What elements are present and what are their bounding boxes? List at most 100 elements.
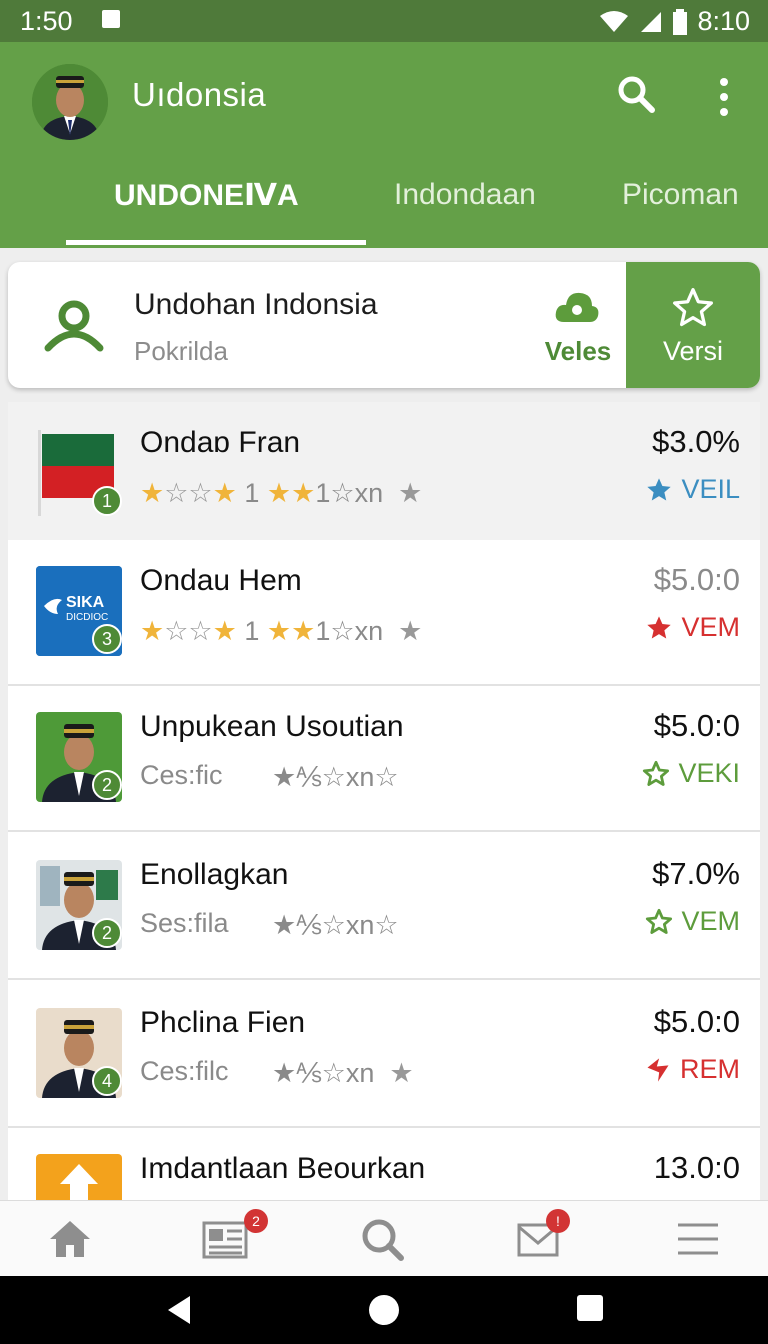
thumbnail: 4 (36, 1008, 122, 1098)
nav-mail[interactable]: ! (516, 1209, 570, 1261)
app-bar: Uıdonsia UNDONEⅣA Indondaan Picoman (0, 42, 768, 248)
more-vert-icon (720, 78, 728, 116)
tab-undonenia[interactable]: UNDONEⅣA (114, 178, 299, 213)
rating-extra: 1☆xn (315, 616, 384, 646)
veles-button[interactable]: Veles (530, 288, 626, 372)
tab-indondaan[interactable]: Indondaan (394, 178, 536, 212)
rating-stars: ★⅍☆xn ★ (272, 1058, 414, 1088)
news-icon (202, 1221, 248, 1259)
status-time: 1:50 (20, 6, 73, 36)
thumbnail (36, 1154, 122, 1200)
rating-stars: ★☆☆★ 1 ★★1☆xn ★ (140, 478, 423, 508)
item-title: Ondau Hem (140, 564, 302, 597)
search-button[interactable] (616, 74, 656, 114)
thumbnail: 2 (36, 860, 122, 950)
system-navigation-bar (0, 1276, 768, 1344)
rating-stars: ★☆☆★ 1 ★★1☆xn ★ (140, 616, 423, 646)
item-price: $5.0:0 (653, 1004, 740, 1039)
tab-indicator (66, 240, 366, 245)
rating-stars: ★⅍☆xn☆ (272, 762, 399, 792)
header-card-subtitle: Pokrilda (134, 336, 228, 366)
notification-icon (102, 10, 120, 28)
star-outline-icon (643, 760, 670, 786)
item-price: 13.0:0 (653, 1150, 740, 1185)
mail-badge: ! (546, 1209, 570, 1233)
item-list: 1 Ondaɒ Fran ★☆☆★ 1 ★★1☆xn ★ $3.0% VEIL … (8, 402, 760, 1200)
list-item[interactable]: 4 Phclina Fien Ces:filc ★⅍☆xn ★ $5.0:0 R… (8, 982, 760, 1128)
star-outline-icon (646, 908, 673, 934)
nav-news[interactable]: 2 (202, 1209, 268, 1261)
sika-logo-subtext: DICDIOC (66, 612, 109, 623)
item-title: Enollagkan (140, 858, 289, 891)
rank-badge: 3 (92, 624, 122, 654)
bottom-navigation: 2 ! (0, 1200, 768, 1276)
user-icon (44, 296, 104, 352)
flag-icon (647, 1057, 669, 1082)
item-status-label: REM (680, 1054, 740, 1084)
wifi-icon (600, 10, 629, 32)
back-icon[interactable] (166, 1294, 192, 1326)
item-title: Ondaɒ Fran (140, 426, 301, 459)
list-item[interactable]: 2 Enollagkan Ses:fila ★⅍☆xn☆ $7.0% VEM (8, 834, 760, 980)
header-card[interactable]: Undohan Indonsia Pokrilda Veles Versi (8, 262, 760, 388)
sika-logo-text: SIKA (66, 594, 105, 611)
search-icon (618, 76, 655, 113)
status-right-text: 8:10 (697, 6, 750, 36)
item-status-label: VEM (681, 612, 740, 642)
item-meta: Ses:fila (140, 908, 229, 938)
home-button-icon[interactable] (368, 1294, 400, 1326)
item-status: VEM (645, 906, 740, 937)
thumbnail: 1 (36, 428, 122, 518)
item-title: Phclina Fien (140, 1006, 306, 1039)
list-item[interactable]: Imdantlaan Beourkan 13.0:0 (8, 1128, 760, 1200)
header-card-title: Undohan Indonsia (134, 288, 378, 321)
item-price: $5.0:0 (653, 708, 740, 743)
item-title: Unpukean Usoutian (140, 710, 404, 743)
item-status: VEM (645, 612, 740, 643)
list-item[interactable]: 1 Ondaɒ Fran ★☆☆★ 1 ★★1☆xn ★ $3.0% VEIL (8, 402, 760, 548)
item-meta: Ces:filc (140, 1056, 229, 1086)
nav-search[interactable] (360, 1217, 404, 1261)
tab-bar: UNDONEⅣA Indondaan Picoman (0, 164, 768, 248)
list-item[interactable]: 2 Unpukean Usoutian Ces:fic ★⅍☆xn☆ $5.0:… (8, 686, 760, 832)
rank-badge: 2 (92, 918, 122, 948)
app-title: Uıdonsia (132, 76, 267, 113)
rating-count: 1 (244, 616, 260, 646)
rating-count: 1 (244, 478, 260, 508)
list-item[interactable]: SIKA DICDIOC 3 Ondau Hem ★☆☆★ 1 ★★1☆xn ★… (8, 540, 760, 686)
battery-icon (673, 8, 688, 35)
star-icon (647, 615, 672, 638)
item-price: $3.0% (652, 424, 740, 459)
item-status: REM (644, 1054, 740, 1085)
item-title: Imdantlaan Beourkan (140, 1152, 426, 1185)
thumbnail: SIKA DICDIOC 3 (36, 566, 122, 656)
recents-icon[interactable] (576, 1294, 604, 1322)
signal-icon (641, 11, 662, 32)
item-status-label: VEM (681, 906, 740, 936)
item-status: VEKI (642, 758, 740, 789)
rating-stars: ★⅍☆xn☆ (272, 910, 399, 940)
building-icon (36, 1154, 122, 1200)
item-meta: Ces:fic (140, 760, 223, 790)
versi-label: Versi (662, 336, 724, 366)
news-badge: 2 (244, 1209, 268, 1233)
more-options-button[interactable] (712, 76, 736, 118)
search-icon (362, 1219, 404, 1261)
nav-menu[interactable] (676, 1217, 720, 1261)
avatar[interactable] (32, 64, 108, 140)
status-bar: 1:50 8:10 (0, 0, 768, 42)
item-status-label: VEKI (678, 758, 740, 788)
status-right: 8:10 (599, 6, 750, 37)
versi-button[interactable]: Versi (626, 262, 760, 388)
rating-extra: ★⅍☆xn (272, 1058, 375, 1088)
star-outline-icon (673, 288, 713, 327)
nav-home[interactable] (48, 1217, 92, 1261)
thumbnail: 2 (36, 712, 122, 802)
rank-badge: 1 (92, 486, 122, 516)
tab-picoman[interactable]: Picoman (622, 178, 739, 212)
rank-badge: 2 (92, 770, 122, 800)
veles-label: Veles (544, 336, 612, 366)
item-status: VEIL (645, 474, 740, 505)
rank-badge: 4 (92, 1066, 122, 1096)
item-price: $5.0:0 (653, 562, 740, 597)
